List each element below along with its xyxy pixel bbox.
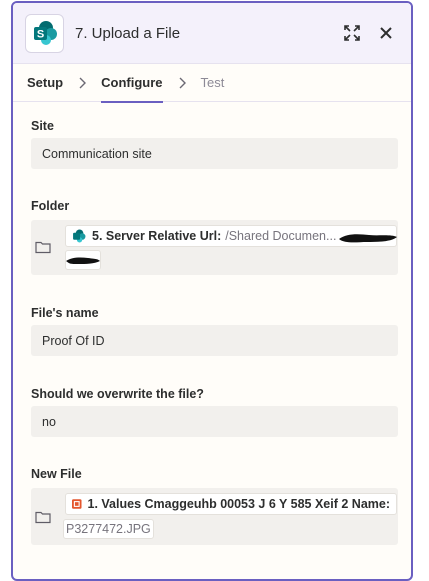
site-value: Communication site xyxy=(42,146,152,161)
expand-icon[interactable] xyxy=(339,20,365,46)
site-label: Site xyxy=(31,119,54,133)
folder-field[interactable]: 5. Server Relative Url: /Shared Documen.… xyxy=(31,220,398,275)
folder-label: Folder xyxy=(31,199,70,213)
new-file-label: New File xyxy=(31,467,82,481)
sharepoint-icon: S xyxy=(25,13,64,53)
redaction-mark xyxy=(339,234,397,243)
overwrite-field[interactable]: no xyxy=(31,406,398,437)
tab-setup[interactable]: Setup xyxy=(27,64,63,102)
overwrite-label: Should we overwrite the file? xyxy=(31,387,204,401)
new-file-mapped-pill[interactable]: 1. Values Cmaggeuhb 00053 J 6 Y 585 Xeif… xyxy=(65,493,397,515)
step-header: S 7. Upload a File xyxy=(13,3,411,64)
chevron-right-icon xyxy=(163,77,201,89)
overwrite-value: no xyxy=(42,414,56,429)
redaction-mark xyxy=(66,257,100,264)
file-name-label: File's name xyxy=(31,306,99,320)
folder-icon xyxy=(35,511,51,524)
folder-pill-step: 5. Server Relative Url: xyxy=(92,229,222,243)
tab-configure[interactable]: Configure xyxy=(101,64,163,103)
step-title: 7. Upload a File xyxy=(75,24,181,42)
folder-pill-value: /Shared Documen... xyxy=(225,229,337,243)
folder-icon xyxy=(35,241,51,254)
close-icon[interactable] xyxy=(373,20,399,46)
new-file-field[interactable]: 1. Values Cmaggeuhb 00053 J 6 Y 585 Xeif… xyxy=(31,488,398,545)
new-file-pill-continuation: P3277472.JPG xyxy=(63,519,154,539)
sharepoint-icon xyxy=(73,229,86,243)
tab-test[interactable]: Test xyxy=(201,64,225,102)
chevron-right-icon xyxy=(63,77,101,89)
step-app-icon xyxy=(72,499,82,509)
new-file-pill-value: P3277472.JPG xyxy=(66,522,151,536)
svg-text:S: S xyxy=(36,29,43,41)
file-name-field[interactable]: Proof Of ID xyxy=(31,325,398,356)
new-file-pill-step: 1. Values Cmaggeuhb 00053 J 6 Y 585 Xeif… xyxy=(87,497,390,511)
step-editor-panel: S 7. Upload a File Setup Configure Test … xyxy=(11,1,413,581)
step-tabs: Setup Configure Test xyxy=(13,64,411,103)
file-name-value: Proof Of ID xyxy=(42,333,105,348)
site-field[interactable]: Communication site xyxy=(31,138,398,169)
